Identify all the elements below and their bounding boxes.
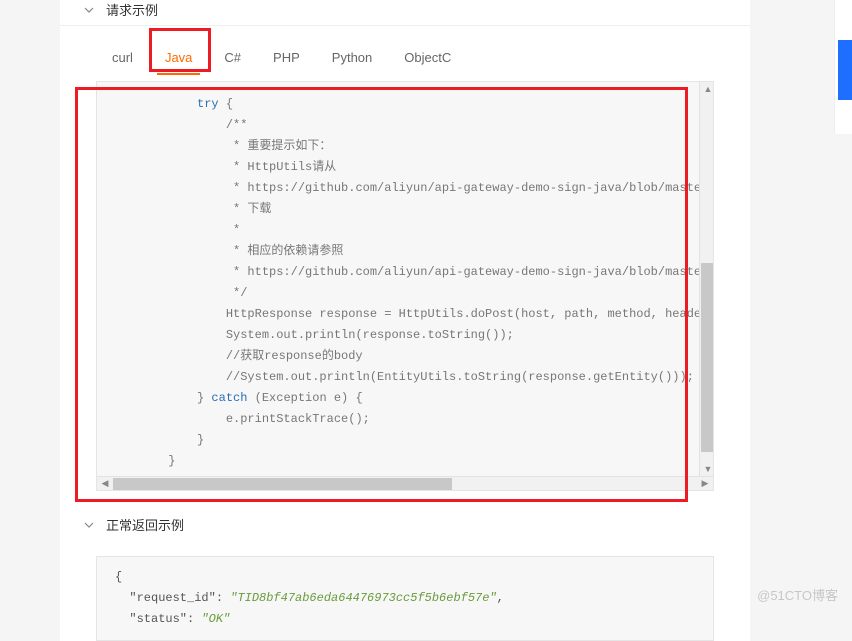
code-line: e.printStackTrace(); [97,409,713,430]
tab-python[interactable]: Python [316,42,388,75]
code-line: * HttpUtils请从 [97,157,713,178]
scroll-down-icon[interactable]: ▼ [700,462,716,476]
vertical-scrollbar[interactable]: ▲ ▼ [699,82,713,476]
code-line: * 重要提示如下： [97,136,713,157]
json-response-block: { "request_id": "TID8bf47ab6eda64476973c… [96,556,714,641]
scroll-left-icon[interactable]: ◀ [97,477,113,491]
code-line: try { [97,94,713,115]
code-line: * 下载 [97,199,713,220]
side-accent-bar [838,40,852,100]
tab-curl[interactable]: curl [96,42,149,75]
chevron-down-icon [84,520,94,530]
code-line: * 相应的依赖请参照 [97,241,713,262]
section-title: 正常返回示例 [106,515,184,534]
code-line: /** [97,115,713,136]
code-line: * https://github.com/aliyun/api-gateway-… [97,262,713,283]
code-line: HttpResponse response = HttpUtils.doPost… [97,304,713,325]
tab-php[interactable]: PHP [257,42,316,75]
scroll-right-icon[interactable]: ▶ [697,477,713,491]
code-line: System.out.println(response.toString()); [97,325,713,346]
scroll-track[interactable] [113,477,697,491]
section-normal-response[interactable]: 正常返回示例 [60,515,750,540]
language-tabs: curl Java C# PHP Python ObjectC [60,26,750,75]
section-title: 请求示例 [106,0,158,19]
code-line: //获取response的body [97,346,713,367]
code-line: //System.out.println(EntityUtils.toStrin… [97,367,713,388]
code-line: * https://github.com/aliyun/api-gateway-… [97,178,713,199]
horizontal-scrollbar[interactable]: ◀ ▶ [97,476,713,490]
chevron-down-icon [84,5,94,15]
scroll-up-icon[interactable]: ▲ [700,82,716,96]
tab-objectc[interactable]: ObjectC [388,42,467,75]
code-block: try { /** * 重要提示如下： * HttpUtils请从 * http… [96,81,714,491]
scroll-thumb-vertical[interactable] [701,263,713,452]
tab-csharp[interactable]: C# [208,42,257,75]
watermark-text: @51CTO博客 [757,585,838,604]
code-line: * [97,220,713,241]
section-request-example[interactable]: 请求示例 [60,0,750,26]
code-content: try { /** * 重要提示如下： * HttpUtils请从 * http… [97,82,713,476]
main-panel: 请求示例 curl Java C# PHP Python ObjectC try… [60,0,750,641]
scroll-thumb-horizontal[interactable] [113,478,452,490]
code-line: } [97,430,713,451]
code-line: } catch (Exception e) { [97,388,713,409]
code-line: } [97,451,713,472]
code-line: */ [97,283,713,304]
tab-java[interactable]: Java [149,42,208,75]
